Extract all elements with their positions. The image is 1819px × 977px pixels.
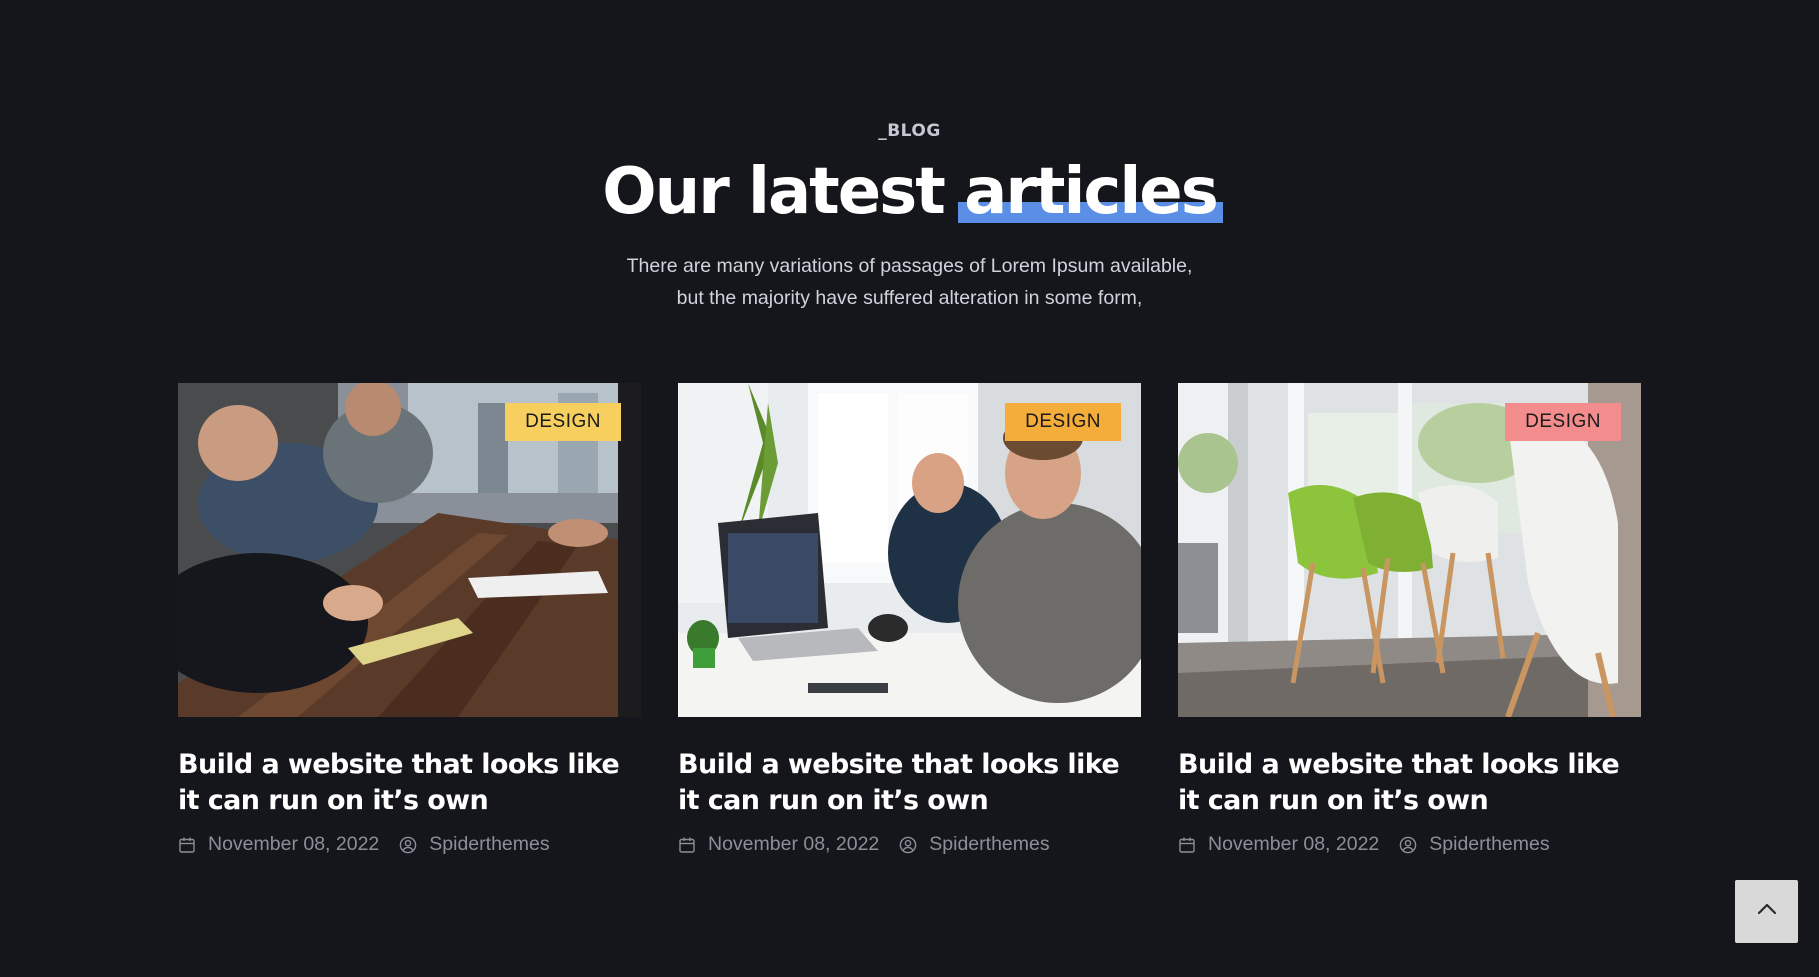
post-date-1: November 08, 2022 xyxy=(208,833,380,855)
post-title-2[interactable]: Build a website that looks like it can r… xyxy=(678,747,1141,819)
blog-section: _BLOG Our latest articles There are many… xyxy=(0,0,1819,977)
post-title-3[interactable]: Build a website that looks like it can r… xyxy=(1178,747,1641,819)
blog-card-2: DESIGN Build a website that looks like i… xyxy=(678,383,1141,856)
subtitle-line-1: There are many variations of passages of… xyxy=(626,255,1193,277)
post-title-1[interactable]: Build a website that looks like it can r… xyxy=(178,747,641,819)
user-circle-icon xyxy=(899,836,917,854)
calendar-icon xyxy=(678,836,696,854)
section-title-main: Our latest xyxy=(602,155,965,229)
post-date-2: November 08, 2022 xyxy=(708,833,880,855)
blog-card-3: DESIGN Build a website that looks like i… xyxy=(1178,383,1641,856)
post-meta-2: November 08, 2022 Spiderthemes xyxy=(678,833,1141,856)
post-author-2[interactable]: Spiderthemes xyxy=(929,833,1049,856)
blog-card-1: DESIGN Build a website that looks like i… xyxy=(178,383,641,856)
post-image-link-1[interactable]: DESIGN xyxy=(178,383,641,717)
subtitle-line-2: but the majority have suffered alteratio… xyxy=(676,287,1143,309)
user-circle-icon xyxy=(1399,836,1417,854)
post-meta-1: November 08, 2022 Spiderthemes xyxy=(178,833,641,856)
post-author-3[interactable]: Spiderthemes xyxy=(1429,833,1549,856)
post-tag-3[interactable]: DESIGN xyxy=(1505,403,1621,441)
calendar-icon xyxy=(178,836,196,854)
section-title-highlight: articles xyxy=(958,152,1223,232)
post-image-link-2[interactable]: DESIGN xyxy=(678,383,1141,717)
post-author-1[interactable]: Spiderthemes xyxy=(429,833,549,856)
post-meta-3: November 08, 2022 Spiderthemes xyxy=(1178,833,1641,856)
post-image-link-3[interactable]: DESIGN xyxy=(1178,383,1641,717)
chevron-up-icon xyxy=(1756,902,1778,921)
back-to-top-button[interactable] xyxy=(1735,880,1798,943)
user-circle-icon xyxy=(399,836,417,854)
post-tag-2[interactable]: DESIGN xyxy=(1005,403,1121,441)
calendar-icon xyxy=(1178,836,1196,854)
section-title: Our latest articles xyxy=(0,152,1819,232)
post-tag-1[interactable]: DESIGN xyxy=(505,403,621,441)
section-eyebrow: _BLOG xyxy=(878,121,941,141)
section-subtitle: There are many variations of passages of… xyxy=(0,250,1819,314)
post-date-3: November 08, 2022 xyxy=(1208,833,1380,855)
